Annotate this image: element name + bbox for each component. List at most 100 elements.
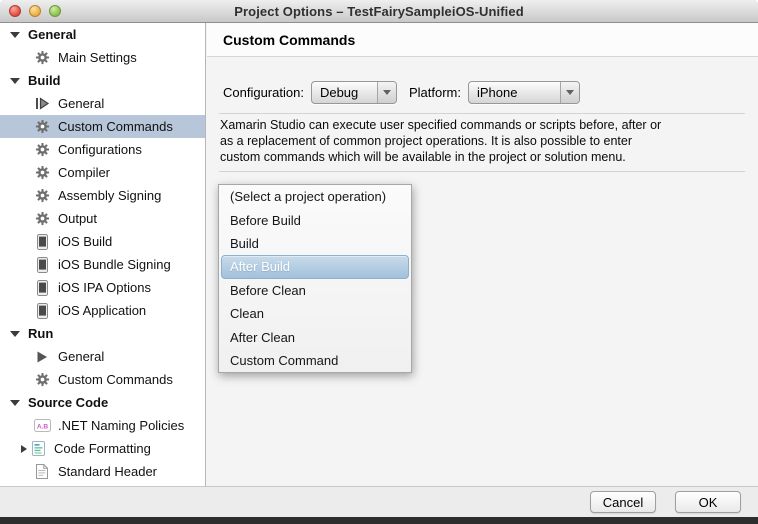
disclosure-triangle-icon[interactable] xyxy=(10,78,20,84)
svg-text:A.B: A.B xyxy=(36,423,48,430)
project-options-window: Project Options – TestFairySampleiOS-Uni… xyxy=(0,0,758,517)
sidebar-item-ios-ipa-options[interactable]: iOS IPA Options xyxy=(0,276,205,299)
configuration-label: Configuration: xyxy=(223,85,304,100)
platform-dropdown-arrow[interactable] xyxy=(560,82,579,103)
sidebar-item-label: General xyxy=(58,349,104,364)
sidebar-section-source-code[interactable]: Source Code xyxy=(0,391,205,414)
ok-button[interactable]: OK xyxy=(675,491,741,513)
sidebar-item-general[interactable]: General xyxy=(0,345,205,368)
close-icon[interactable] xyxy=(9,5,21,17)
gear-icon xyxy=(33,165,51,180)
disclosure-triangle-icon[interactable] xyxy=(10,400,20,406)
sidebar-item-label: Compiler xyxy=(58,165,110,180)
operation-item-before-build[interactable]: Before Build xyxy=(219,208,411,231)
sidebar-item-code-formatting[interactable]: Code Formatting xyxy=(0,437,205,460)
chevron-down-icon xyxy=(383,90,391,95)
sidebar-item-label: iOS IPA Options xyxy=(58,280,151,295)
sidebar-item-custom-commands[interactable]: Custom Commands xyxy=(0,115,205,138)
sidebar-item-output[interactable]: Output xyxy=(0,207,205,230)
gear-icon xyxy=(33,372,51,387)
gear-icon xyxy=(33,119,51,134)
sidebar-item-label: Output xyxy=(58,211,97,226)
description-text: Xamarin Studio can execute user specifie… xyxy=(220,118,750,165)
window-title: Project Options – TestFairySampleiOS-Uni… xyxy=(234,4,524,19)
sidebar-item-net-naming-policies[interactable]: A.B .NET Naming Policies xyxy=(0,414,205,437)
main-header: Custom Commands xyxy=(207,23,758,57)
sidebar-item-label: Code Formatting xyxy=(54,441,151,456)
operation-item-custom-command[interactable]: Custom Command xyxy=(219,349,411,372)
config-row: Configuration: Debug Platform: iPhone xyxy=(223,81,580,104)
main-panel: Custom Commands Configuration: Debug Pla… xyxy=(207,23,758,486)
platform-dropdown[interactable]: iPhone xyxy=(468,81,580,104)
sidebar-item-label: iOS Build xyxy=(58,234,112,249)
sidebar-item-main-settings[interactable]: Main Settings xyxy=(0,46,205,69)
page-title: Custom Commands xyxy=(223,32,355,48)
sidebar-item-label: General xyxy=(28,27,76,42)
minimize-icon[interactable] xyxy=(29,5,41,17)
chevron-down-icon xyxy=(566,90,574,95)
background-strip xyxy=(0,517,758,524)
sidebar-item-general[interactable]: General xyxy=(0,92,205,115)
configuration-dropdown[interactable]: Debug xyxy=(311,81,397,104)
sidebar-item-custom-commands[interactable]: Custom Commands xyxy=(0,368,205,391)
sidebar-item-standard-header[interactable]: Standard Header xyxy=(0,460,205,483)
sidebar-item-label: General xyxy=(58,96,104,111)
iphone-icon xyxy=(33,234,51,250)
operation-item-after-build[interactable]: After Build xyxy=(221,255,409,278)
traffic-lights xyxy=(9,5,61,17)
disclosure-triangle-icon[interactable] xyxy=(10,32,20,38)
sidebar-item-label: iOS Bundle Signing xyxy=(58,257,171,272)
sidebar-item-configurations[interactable]: Configurations xyxy=(0,138,205,161)
iphone-icon xyxy=(33,257,51,273)
sidebar-tree: General Main Settings Build General Custom C… xyxy=(0,23,205,483)
sidebar-item-label: Custom Commands xyxy=(58,372,173,387)
sidebar-item-label: Run xyxy=(28,326,53,341)
gear-icon xyxy=(33,50,51,65)
expand-triangle-icon[interactable] xyxy=(21,445,27,453)
sidebar-item-label: .NET Naming Policies xyxy=(58,418,184,433)
sidebar-section-general[interactable]: General xyxy=(0,23,205,46)
iphone-icon xyxy=(33,280,51,296)
sidebar: General Main Settings Build General Custom C… xyxy=(0,23,206,486)
configuration-dropdown-arrow[interactable] xyxy=(377,82,396,103)
separator xyxy=(219,171,745,172)
sidebar-item-compiler[interactable]: Compiler xyxy=(0,161,205,184)
sidebar-item-label: Standard Header xyxy=(58,464,157,479)
sidebar-item-ios-application[interactable]: iOS Application xyxy=(0,299,205,322)
titlebar[interactable]: Project Options – TestFairySampleiOS-Uni… xyxy=(0,0,758,23)
sidebar-item-label: Source Code xyxy=(28,395,108,410)
sidebar-item-assembly-signing[interactable]: Assembly Signing xyxy=(0,184,205,207)
sidebar-section-build[interactable]: Build xyxy=(0,69,205,92)
operation-item-clean[interactable]: Clean xyxy=(219,302,411,325)
operation-item-select-a-project-operation[interactable]: (Select a project operation) xyxy=(219,185,411,208)
operation-item-before-clean[interactable]: Before Clean xyxy=(219,279,411,302)
sidebar-item-label: Main Settings xyxy=(58,50,137,65)
configuration-value: Debug xyxy=(312,82,377,103)
cancel-button[interactable]: Cancel xyxy=(590,491,656,513)
gear-icon xyxy=(33,211,51,226)
build-icon xyxy=(33,97,51,110)
sidebar-item-ios-bundle-signing[interactable]: iOS Bundle Signing xyxy=(0,253,205,276)
gear-icon xyxy=(33,142,51,157)
sidebar-item-ios-build[interactable]: iOS Build xyxy=(0,230,205,253)
sidebar-item-label: iOS Application xyxy=(58,303,146,318)
platform-label: Platform: xyxy=(409,85,461,100)
code-formatting-icon xyxy=(29,441,47,456)
sidebar-item-label: Assembly Signing xyxy=(58,188,161,203)
separator xyxy=(219,113,745,114)
sidebar-item-label: Configurations xyxy=(58,142,142,157)
sidebar-item-label: Build xyxy=(28,73,61,88)
document-icon xyxy=(33,464,51,479)
operation-item-after-clean[interactable]: After Clean xyxy=(219,325,411,348)
iphone-icon xyxy=(33,303,51,319)
naming-policies-icon: A.B xyxy=(33,419,51,432)
project-operation-list: (Select a project operation)Before Build… xyxy=(218,184,412,373)
sidebar-section-run[interactable]: Run xyxy=(0,322,205,345)
play-icon xyxy=(33,350,51,364)
gear-icon xyxy=(33,188,51,203)
sidebar-item-label: Custom Commands xyxy=(58,119,173,134)
operation-item-build[interactable]: Build xyxy=(219,232,411,255)
platform-value: iPhone xyxy=(469,82,560,103)
zoom-icon[interactable] xyxy=(49,5,61,17)
disclosure-triangle-icon[interactable] xyxy=(10,331,20,337)
